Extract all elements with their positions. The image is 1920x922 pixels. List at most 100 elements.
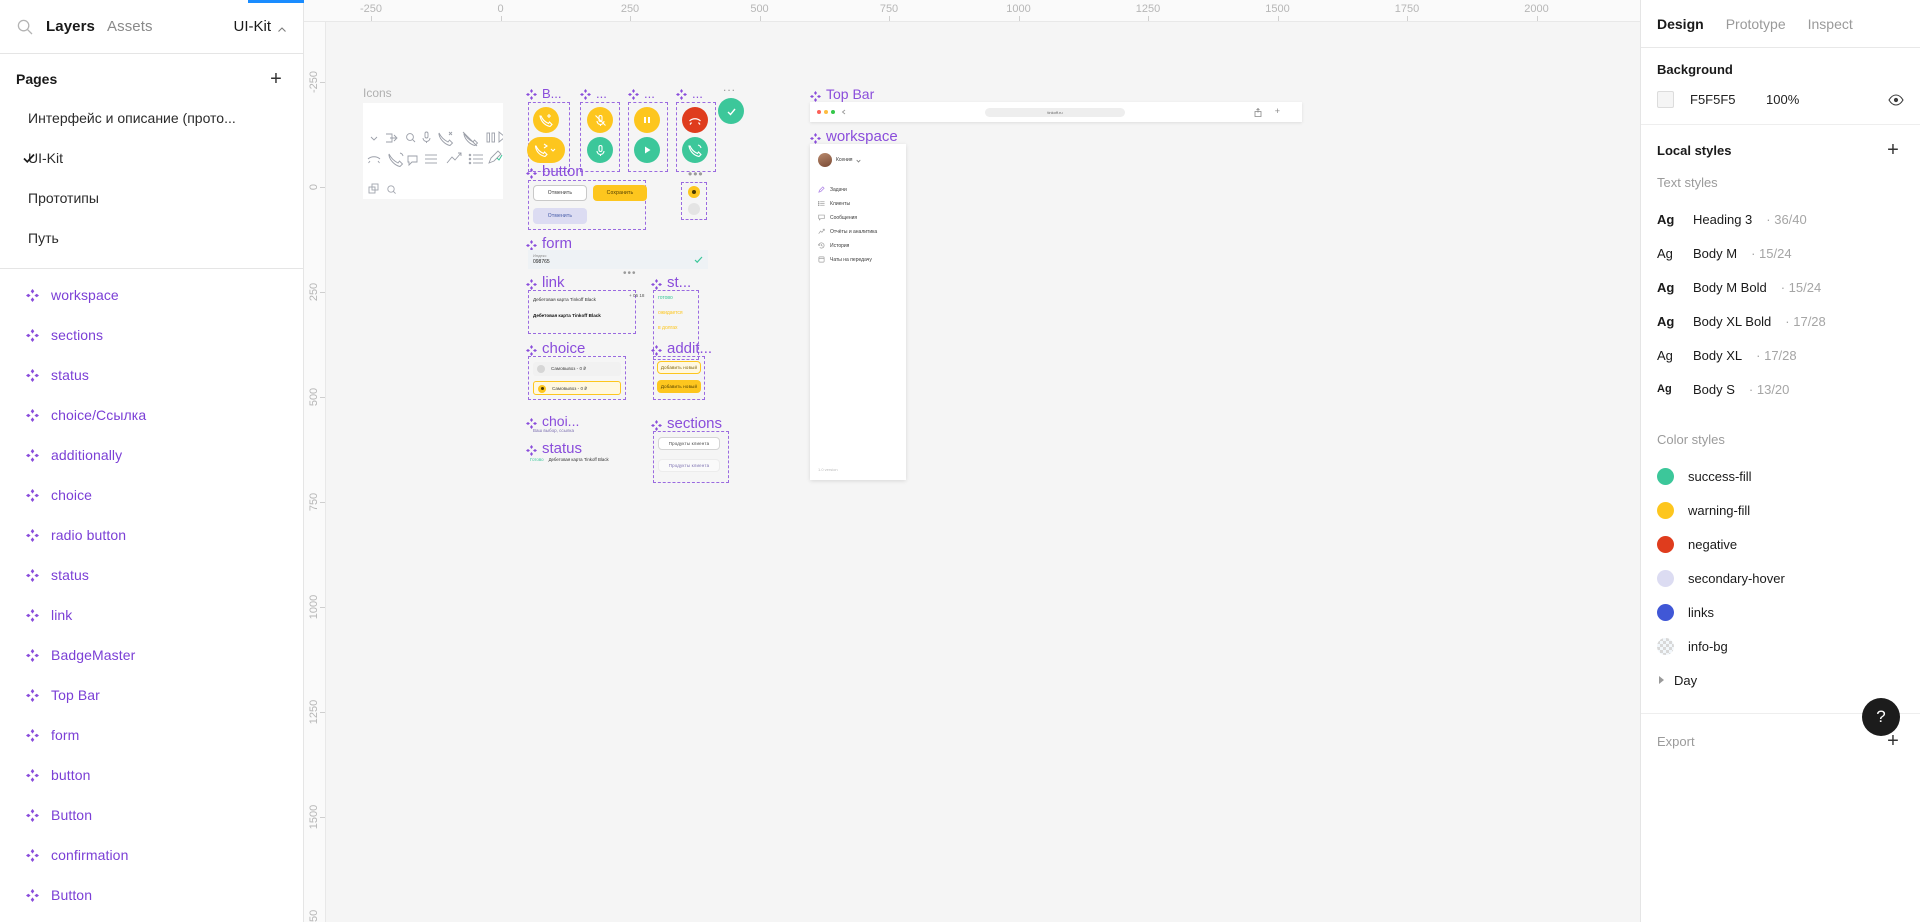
add-new-button-outline[interactable]: Добавить новый bbox=[657, 361, 701, 374]
frame-title-choice[interactable]: choice bbox=[526, 340, 585, 357]
avatar[interactable] bbox=[818, 153, 832, 167]
frame-title-status-lower[interactable]: status bbox=[526, 440, 582, 457]
layer-item[interactable]: button bbox=[0, 755, 303, 795]
section-item-1[interactable]: Продукты клиента bbox=[658, 437, 720, 450]
icons-frame[interactable] bbox=[363, 103, 506, 199]
add-new-button-filled[interactable]: Добавить новый bbox=[657, 380, 701, 393]
search-icon[interactable] bbox=[16, 18, 34, 36]
style-group-day[interactable]: Day bbox=[1657, 663, 1904, 697]
play-button[interactable] bbox=[634, 137, 660, 163]
workspace-menu-item-tasks[interactable]: Задачи bbox=[818, 186, 847, 193]
tab-prototype[interactable]: Prototype bbox=[1726, 16, 1786, 32]
tab-layers[interactable]: Layers bbox=[46, 18, 95, 35]
choice-option-selected[interactable]: Самовывоз - 0 ₽ bbox=[533, 381, 621, 395]
url-bar[interactable]: tinkoff.ru bbox=[985, 108, 1125, 117]
link-text-bold[interactable]: Дебетовая карта Tinkoff Black bbox=[533, 313, 601, 318]
link-text-normal[interactable]: Дебетовая карта Tinkoff Black bbox=[533, 297, 596, 302]
color-style-item[interactable]: links bbox=[1657, 595, 1904, 629]
frame-title-hangup[interactable]: ... bbox=[676, 86, 703, 101]
window-minimize-dot[interactable] bbox=[824, 110, 828, 114]
layer-item[interactable]: BadgeMaster bbox=[0, 635, 303, 675]
section-item-2[interactable]: Продукты клиента bbox=[658, 459, 720, 472]
text-style-item[interactable]: Ag Body M · 15/24 bbox=[1657, 236, 1904, 270]
cancel-secondary-button[interactable]: Отменить bbox=[533, 208, 587, 224]
workspace-menu-item-messages[interactable]: Сообщения bbox=[818, 214, 857, 221]
layer-item[interactable]: link bbox=[0, 595, 303, 635]
layer-item[interactable]: additionally bbox=[0, 435, 303, 475]
frame-title-topbar[interactable]: Top Bar bbox=[810, 86, 874, 102]
page-item-ui-kit[interactable]: UI-Kit bbox=[0, 138, 303, 178]
frame-title-status-right[interactable]: st... bbox=[651, 274, 691, 291]
page-item-prototypes[interactable]: Прототипы bbox=[0, 178, 303, 218]
text-style-item[interactable]: Ag Body M Bold · 15/24 bbox=[1657, 270, 1904, 304]
choice-option-unselected[interactable]: Самовывоз - 0 ₽ bbox=[533, 362, 621, 376]
hangup-button[interactable] bbox=[682, 107, 708, 133]
layer-item[interactable]: radio button bbox=[0, 515, 303, 555]
frame-title-workspace[interactable]: workspace bbox=[810, 128, 898, 145]
layer-item[interactable]: Button bbox=[0, 795, 303, 835]
window-maximize-dot[interactable] bbox=[831, 110, 835, 114]
frame-title-video[interactable]: ... bbox=[628, 86, 655, 101]
radio-unselected[interactable] bbox=[688, 203, 700, 215]
frame-title-b[interactable]: B... bbox=[526, 86, 562, 101]
frame-title-choice-link[interactable]: choi... bbox=[526, 413, 579, 429]
text-style-item[interactable]: Ag Body XL · 17/28 bbox=[1657, 338, 1904, 372]
frame-title-mic[interactable]: ... bbox=[580, 86, 607, 101]
pause-button[interactable] bbox=[634, 107, 660, 133]
new-tab-button[interactable]: + bbox=[1275, 106, 1280, 116]
frame-dots-link[interactable]: ••• bbox=[623, 268, 637, 279]
choice-link-text[interactable]: Ваш выбор, ссылка bbox=[533, 428, 574, 433]
confirmation-check-button[interactable] bbox=[718, 98, 744, 124]
mic-on-button[interactable] bbox=[587, 137, 613, 163]
layer-item[interactable]: status bbox=[0, 555, 303, 595]
layer-item[interactable]: sections bbox=[0, 315, 303, 355]
frame-dots-confirmation[interactable]: ... bbox=[723, 80, 736, 94]
frame-dots-radio[interactable]: ••• bbox=[688, 167, 704, 181]
topbar-browser-chrome[interactable]: tinkoff.ru + bbox=[810, 102, 1302, 122]
layer-item[interactable]: workspace bbox=[0, 275, 303, 315]
help-button[interactable]: ? bbox=[1862, 698, 1900, 736]
save-button[interactable]: Сохранить bbox=[593, 185, 647, 201]
add-local-style-button[interactable]: + bbox=[1882, 139, 1904, 161]
background-hex[interactable]: F5F5F5 bbox=[1690, 92, 1766, 107]
workspace-menu-item-chats[interactable]: Чаты на передачу bbox=[818, 256, 872, 263]
layer-item[interactable]: Button bbox=[0, 875, 303, 915]
cancel-button[interactable]: Отменить bbox=[533, 185, 587, 201]
page-item-interface[interactable]: Интерфейс и описание (прото... bbox=[0, 98, 303, 138]
tab-inspect[interactable]: Inspect bbox=[1808, 16, 1853, 32]
add-page-button[interactable]: + bbox=[265, 68, 287, 90]
radio-selected[interactable] bbox=[688, 186, 700, 198]
text-style-item[interactable]: Ag Heading 3 · 36/40 bbox=[1657, 202, 1904, 236]
color-style-item[interactable]: success-fill bbox=[1657, 459, 1904, 493]
answer-call-button[interactable] bbox=[682, 137, 708, 163]
color-style-item[interactable]: info-bg bbox=[1657, 629, 1904, 663]
layer-item[interactable]: status bbox=[0, 355, 303, 395]
workspace-menu-item-clients[interactable]: Клиенты bbox=[818, 200, 850, 207]
call-transfer-dropdown[interactable] bbox=[527, 137, 565, 163]
tab-assets[interactable]: Assets bbox=[107, 18, 153, 35]
workspace-panel[interactable]: Ксения Задачи Клиенты Сообщения Отчёты и… bbox=[810, 144, 906, 480]
background-opacity[interactable]: 100% bbox=[1766, 92, 1888, 107]
frame-title-link[interactable]: link bbox=[526, 274, 565, 291]
eye-icon[interactable] bbox=[1888, 92, 1904, 108]
layer-item[interactable]: choice/Ссылка bbox=[0, 395, 303, 435]
layer-item[interactable]: choice bbox=[0, 475, 303, 515]
color-style-item[interactable]: secondary-hover bbox=[1657, 561, 1904, 595]
frame-title-button[interactable]: button bbox=[526, 163, 584, 180]
layer-item[interactable]: confirmation bbox=[0, 835, 303, 875]
frame-title-sections[interactable]: sections bbox=[651, 415, 722, 432]
file-name-button[interactable]: UI-Kit bbox=[234, 18, 288, 35]
page-item-path[interactable]: Путь bbox=[0, 218, 303, 258]
layer-item[interactable]: Top Bar bbox=[0, 675, 303, 715]
frame-title-additionally[interactable]: addit... bbox=[651, 340, 712, 357]
call-add-button[interactable] bbox=[533, 107, 559, 133]
layer-item[interactable]: form bbox=[0, 715, 303, 755]
form-input-field[interactable]: Индекс 098765 bbox=[528, 250, 708, 269]
tab-design[interactable]: Design bbox=[1657, 16, 1704, 32]
color-style-item[interactable]: negative bbox=[1657, 527, 1904, 561]
mic-off-button[interactable] bbox=[587, 107, 613, 133]
text-style-item[interactable]: Ag Body S · 13/20 bbox=[1657, 372, 1904, 406]
canvas[interactable]: -250025050075010001250150017502000225025… bbox=[304, 0, 1640, 922]
color-style-item[interactable]: warning-fill bbox=[1657, 493, 1904, 527]
background-swatch[interactable] bbox=[1657, 91, 1674, 108]
